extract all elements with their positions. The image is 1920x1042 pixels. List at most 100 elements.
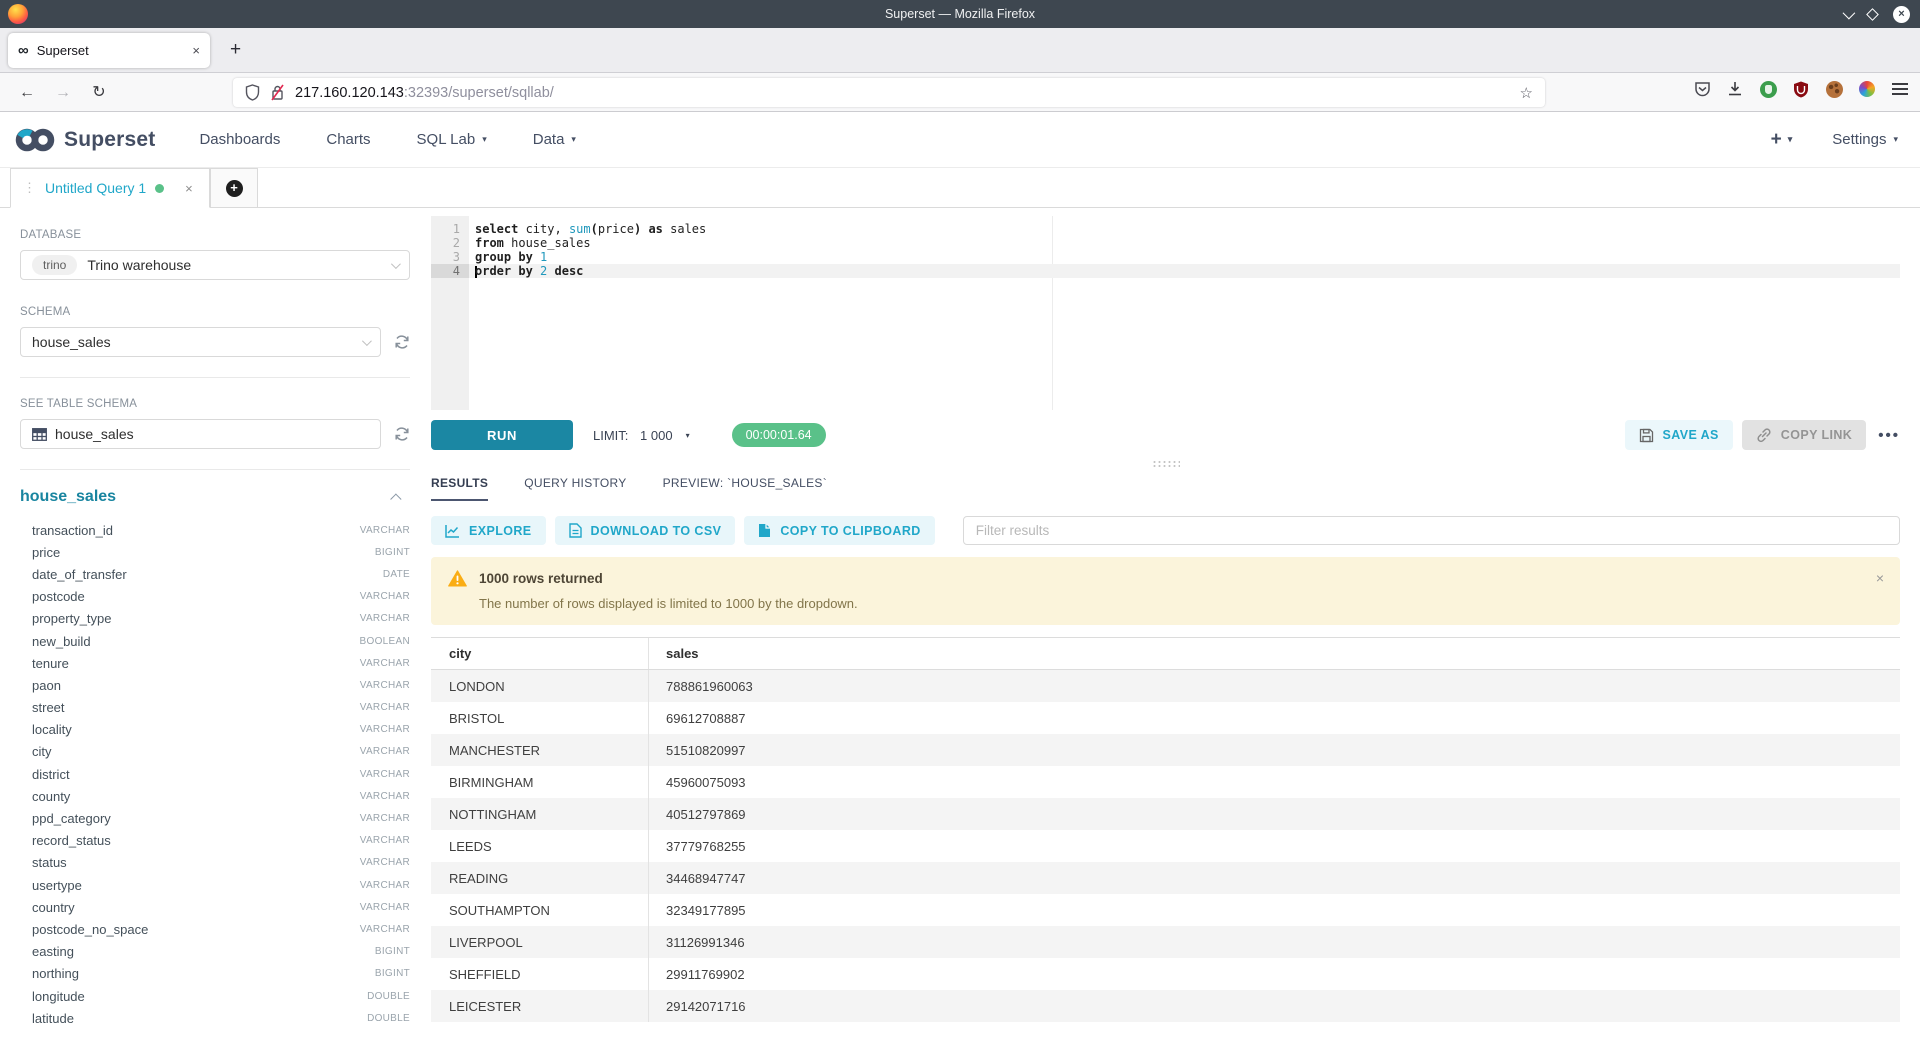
url-bar[interactable]: 217.160.120.143:32393/superset/sqllab/ ☆ [233, 78, 1545, 107]
schema-column-row[interactable]: country VARCHAR [20, 896, 410, 918]
alert-close-icon[interactable]: × [1876, 570, 1884, 586]
schema-column-row[interactable]: longitude DOUBLE [20, 985, 410, 1007]
schema-column-row[interactable]: tenure VARCHAR [20, 652, 410, 674]
settings-menu[interactable]: Settings ▾ [1832, 131, 1898, 148]
schema-column-row[interactable]: locality VARCHAR [20, 719, 410, 741]
lock-insecure-icon[interactable] [270, 84, 285, 101]
column-name: transaction_id [32, 523, 113, 538]
table-row[interactable]: SOUTHAMPTON 32349177895 [431, 894, 1900, 926]
schema-column-row[interactable]: latitude DOUBLE [20, 1007, 410, 1029]
schema-column-row[interactable]: street VARCHAR [20, 697, 410, 719]
table-row[interactable]: LONDON 788861960063 [431, 670, 1900, 702]
more-actions-button[interactable]: ••• [1878, 427, 1900, 444]
schema-column-row[interactable]: postcode_no_space VARCHAR [20, 918, 410, 940]
download-to-csv-button[interactable]: DOWNLOAD TO CSV [555, 516, 736, 545]
query-tab-active[interactable]: ⋮ Untitled Query 1 × [10, 168, 210, 208]
schema-column-row[interactable]: record_status VARCHAR [20, 830, 410, 852]
drag-handle-icon[interactable]: ⋮ [23, 180, 36, 196]
reload-button[interactable]: ↻ [86, 80, 112, 106]
window-minimize-icon[interactable] [1843, 6, 1856, 19]
results-tab-preview[interactable]: PREVIEW: `HOUSE_SALES` [663, 476, 827, 501]
forward-button[interactable]: → [50, 80, 76, 106]
schema-column-row[interactable]: price BIGINT [20, 541, 410, 563]
table-row[interactable]: BRISTOL 69612708887 [431, 702, 1900, 734]
pocket-icon[interactable] [1692, 79, 1712, 99]
table-select[interactable]: house_sales [20, 419, 381, 449]
cookie-extension-icon[interactable] [1824, 79, 1844, 99]
collapse-chevron-up-icon[interactable] [390, 493, 401, 504]
schema-column-row[interactable]: easting BIGINT [20, 941, 410, 963]
warning-icon [448, 570, 467, 587]
sql-editor[interactable]: 1234 select city, sum(price) as salesfro… [431, 216, 1900, 410]
schema-column-row[interactable]: status VARCHAR [20, 852, 410, 874]
save-as-button[interactable]: SAVE AS [1625, 420, 1733, 450]
new-item-button[interactable]: + ▾ [1771, 129, 1793, 151]
column-name: postcode [32, 589, 85, 604]
column-name: paon [32, 678, 61, 693]
table-schema-title[interactable]: house_sales [20, 488, 116, 506]
table-row[interactable]: READING 34468947747 [431, 862, 1900, 894]
explore-button[interactable]: EXPLORE [431, 516, 546, 545]
schema-column-row[interactable]: date_of_transfer DATE [20, 563, 410, 585]
schema-column-row[interactable]: postcode VARCHAR [20, 586, 410, 608]
superset-brand[interactable]: Superset [14, 126, 155, 154]
clipboard-icon [758, 523, 771, 538]
schema-column-row[interactable]: transaction_id VARCHAR [20, 519, 410, 541]
schema-select[interactable]: house_sales [20, 327, 381, 357]
table-row[interactable]: NOTTINGHAM 40512797869 [431, 798, 1900, 830]
refresh-schema-icon[interactable] [394, 334, 410, 350]
window-maximize-icon[interactable] [1866, 8, 1879, 21]
pane-resize-handle[interactable] [431, 454, 1900, 476]
menu-icon[interactable] [1890, 79, 1910, 99]
schema-column-row[interactable]: usertype VARCHAR [20, 874, 410, 896]
schema-column-row[interactable]: northing BIGINT [20, 963, 410, 985]
schema-column-row[interactable]: property_type VARCHAR [20, 608, 410, 630]
tab-close-icon[interactable]: × [192, 43, 200, 58]
schema-column-row[interactable]: new_build BOOLEAN [20, 630, 410, 652]
navbar-item-dashboards[interactable]: Dashboards [199, 131, 280, 148]
table-row[interactable]: MANCHESTER 51510820997 [431, 734, 1900, 766]
schema-column-row[interactable]: district VARCHAR [20, 763, 410, 785]
schema-column-row[interactable]: county VARCHAR [20, 785, 410, 807]
column-header-sales[interactable]: sales [649, 646, 699, 661]
ublock-origin-icon[interactable] [1791, 79, 1811, 99]
cell-sales: 29142071716 [649, 999, 746, 1014]
table-row[interactable]: LEICESTER 29142071716 [431, 990, 1900, 1022]
back-button[interactable]: ← [14, 80, 40, 106]
copy-to-clipboard-button[interactable]: COPY TO CLIPBOARD [744, 516, 934, 545]
navbar-item-data[interactable]: Data ▾ [533, 131, 576, 148]
table-row[interactable]: BIRMINGHAM 45960075093 [431, 766, 1900, 798]
column-header-city[interactable]: city [431, 638, 649, 669]
new-tab-button[interactable]: + [230, 39, 241, 61]
window-close-icon[interactable]: × [1893, 6, 1910, 23]
colorful-extension-icon[interactable] [1857, 79, 1877, 99]
editor-code[interactable]: select city, sum(price) as salesfrom hou… [469, 216, 1900, 278]
shield-permissions-icon[interactable] [245, 84, 260, 101]
results-tab-results[interactable]: RESULTS [431, 476, 488, 501]
schema-column-row[interactable]: paon VARCHAR [20, 674, 410, 696]
table-row[interactable]: SHEFFIELD 29911769902 [431, 958, 1900, 990]
new-query-tab-button[interactable]: + [210, 168, 258, 207]
browser-tab[interactable]: ∞ Superset × [8, 33, 210, 68]
column-name: city [32, 744, 52, 759]
table-row[interactable]: LEEDS 37779768255 [431, 830, 1900, 862]
navbar-item-charts[interactable]: Charts [326, 131, 370, 148]
refresh-table-icon[interactable] [394, 426, 410, 442]
column-type: VARCHAR [360, 591, 410, 602]
database-select[interactable]: trino Trino warehouse [20, 250, 410, 280]
bookmark-star-icon[interactable]: ☆ [1520, 84, 1533, 102]
run-button[interactable]: RUN [431, 420, 573, 450]
query-tab-close-icon[interactable]: × [185, 181, 193, 196]
limit-dropdown[interactable]: LIMIT: 1 000 ▾ [593, 428, 690, 443]
cell-sales: 69612708887 [649, 711, 746, 726]
navbar-item-sql-lab[interactable]: SQL Lab ▾ [417, 131, 487, 148]
results-table-header[interactable]: city sales [431, 638, 1900, 670]
green-extension-icon[interactable] [1758, 79, 1778, 99]
table-row[interactable]: LIVERPOOL 31126991346 [431, 926, 1900, 958]
filter-results-input[interactable] [963, 516, 1900, 545]
results-tab-query-history[interactable]: QUERY HISTORY [524, 476, 626, 501]
downloads-icon[interactable] [1725, 79, 1745, 99]
copy-link-button[interactable]: COPY LINK [1742, 420, 1866, 450]
schema-column-row[interactable]: city VARCHAR [20, 741, 410, 763]
schema-column-row[interactable]: ppd_category VARCHAR [20, 807, 410, 829]
